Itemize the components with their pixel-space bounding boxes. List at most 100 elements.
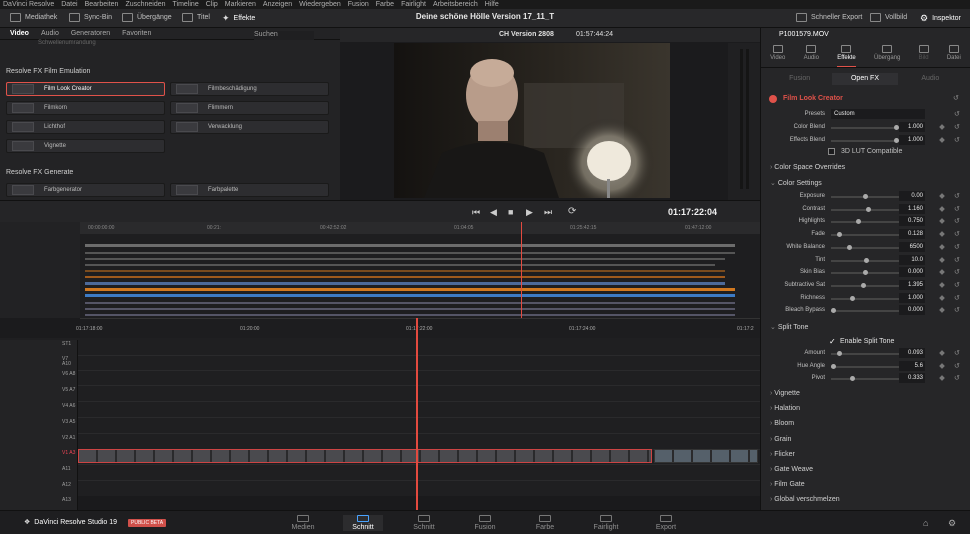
schneller-export-button[interactable]: Schneller Export: [796, 13, 862, 22]
menu-davinci[interactable]: DaVinci Resolve: [3, 1, 54, 8]
menu-datei[interactable]: Datei: [61, 1, 77, 8]
page-edit[interactable]: Schnitt: [404, 515, 444, 531]
effect-film-look-creator[interactable]: Film Look Creator: [6, 82, 165, 96]
reset-icon[interactable]: ↺: [954, 349, 960, 357]
group-bloom[interactable]: Bloom: [770, 420, 794, 427]
highlights-slider[interactable]: [831, 219, 903, 225]
step-back-icon[interactable]: ◀: [490, 207, 497, 218]
tab-generatoren[interactable]: Generatoren: [71, 30, 110, 37]
settings-gear-icon[interactable]: ⚙: [948, 518, 956, 529]
timeline-ruler[interactable]: 01:17:18:00 01:20:00 01:17:22:00 01:17:2…: [76, 318, 760, 338]
tint-slider[interactable]: [831, 257, 903, 263]
section-film-emulation[interactable]: Resolve FX Film Emulation: [6, 68, 90, 75]
mediathek-button[interactable]: Mediathek: [10, 13, 57, 22]
menu-fusion[interactable]: Fusion: [348, 1, 369, 8]
menu-anzeigen[interactable]: Anzeigen: [263, 1, 292, 8]
reset-icon[interactable]: ↺: [954, 243, 960, 251]
group-global-verschmelzen[interactable]: Global verschmelzen: [770, 496, 839, 503]
skin-bias-value[interactable]: 0.000: [899, 267, 925, 278]
tint-value[interactable]: 10.0: [899, 254, 925, 265]
reset-icon[interactable]: ↺: [954, 256, 960, 264]
home-icon[interactable]: ⌂: [923, 518, 928, 528]
effekte-button[interactable]: ✦ Effekte: [222, 13, 255, 24]
menu-farbe[interactable]: Farbe: [376, 1, 394, 8]
reset-icon[interactable]: ↺: [954, 205, 960, 213]
tab-uebergang[interactable]: Übergang: [874, 45, 900, 67]
tab-video[interactable]: Video: [770, 45, 785, 67]
keyframe-icon[interactable]: [939, 243, 945, 250]
effects-blend-value[interactable]: 1.000: [899, 135, 925, 145]
group-grain[interactable]: Grain: [770, 436, 791, 443]
group-flicker[interactable]: Flicker: [770, 451, 795, 458]
fade-slider[interactable]: [831, 232, 903, 238]
keyframe-icon[interactable]: [939, 256, 945, 263]
track-row[interactable]: V5 A7: [0, 386, 760, 402]
reset-effect-icon[interactable]: ↺: [953, 94, 959, 102]
tab-video[interactable]: Video: [10, 30, 29, 37]
color-blend-value[interactable]: 1.000: [899, 122, 925, 132]
group-color-space-overrides[interactable]: Color Space Overrides: [770, 164, 845, 171]
group-color-settings[interactable]: Color Settings: [770, 179, 822, 187]
track-row[interactable]: A12: [0, 481, 760, 497]
keyframe-icon[interactable]: [939, 282, 945, 288]
color-blend-slider[interactable]: [831, 125, 903, 130]
lut-compatible-checkbox[interactable]: [828, 148, 835, 155]
reset-icon[interactable]: ↺: [954, 362, 960, 370]
keyframe-icon[interactable]: [939, 362, 945, 369]
video-clip-selected[interactable]: [78, 449, 652, 463]
effect-farbgenerator[interactable]: Farbgenerator: [6, 183, 165, 197]
hue-angle-value[interactable]: 5.6: [899, 360, 925, 371]
mini-timeline[interactable]: 00:00:00:00 00:21: 00:42:52:02 01:04:05 …: [80, 222, 760, 318]
vollbild-button[interactable]: Vollbild: [870, 13, 907, 22]
effect-lichthof[interactable]: Lichthof: [6, 120, 165, 134]
track-row[interactable]: V6 A8: [0, 370, 760, 386]
reset-icon[interactable]: ↺: [954, 192, 960, 200]
bleach-bypass-slider[interactable]: [831, 308, 903, 314]
hue-angle-slider[interactable]: [831, 363, 903, 369]
uebergaenge-button[interactable]: Übergänge: [122, 13, 172, 22]
effect-flimmern[interactable]: Flimmern: [170, 101, 329, 115]
page-cut[interactable]: Schnitt: [343, 515, 383, 531]
reset-icon[interactable]: ↺: [954, 230, 960, 238]
jump-end-icon[interactable]: ⏭: [544, 207, 552, 218]
play-icon[interactable]: ▶: [526, 207, 533, 218]
track-row[interactable]: V7 A10: [0, 355, 760, 371]
enable-split-tone-checkbox[interactable]: ✓: [829, 337, 836, 346]
effects-search-input[interactable]: Suchen: [254, 31, 314, 40]
reset-icon[interactable]: ↺: [954, 294, 960, 302]
white-balance-slider[interactable]: [831, 244, 903, 250]
menu-fairlight[interactable]: Fairlight: [401, 1, 426, 8]
mini-playhead[interactable]: [521, 222, 522, 318]
keyframe-icon[interactable]: [939, 205, 945, 212]
menu-bearbeiten[interactable]: Bearbeiten: [85, 1, 119, 8]
subtractive-sat-value[interactable]: 1.395: [899, 279, 925, 290]
timeline-selector[interactable]: CH Version 2808: [499, 31, 554, 38]
video-clip[interactable]: [654, 449, 758, 463]
keyframe-icon[interactable]: [939, 350, 945, 356]
reset-icon[interactable]: ↺: [954, 123, 960, 131]
exposure-slider[interactable]: [831, 194, 903, 199]
group-halation[interactable]: Halation: [770, 405, 800, 412]
keyframe-icon[interactable]: [939, 124, 945, 130]
menu-wiedergeben[interactable]: Wiedergeben: [299, 1, 341, 8]
reset-icon[interactable]: ↺: [954, 281, 960, 289]
page-export[interactable]: Export: [646, 515, 686, 531]
group-split-tone[interactable]: Split Tone: [770, 323, 809, 331]
inspektor-button[interactable]: ⚙ Inspektor: [920, 13, 961, 24]
track-row[interactable]: V2 A1: [0, 434, 760, 450]
tab-datei[interactable]: Datei: [947, 45, 961, 67]
pivot-slider[interactable]: [831, 376, 903, 382]
subtab-fusion[interactable]: Fusion: [767, 73, 832, 85]
subtractive-sat-slider[interactable]: [831, 282, 903, 288]
keyframe-icon[interactable]: [939, 218, 945, 225]
amount-value[interactable]: 0.093: [899, 348, 925, 358]
subtab-openfx[interactable]: Open FX: [832, 73, 898, 85]
tab-effekte[interactable]: Effekte: [837, 45, 856, 67]
tab-bild[interactable]: Bild: [918, 45, 929, 67]
highlights-value[interactable]: 0.750: [899, 216, 925, 227]
tab-audio[interactable]: Audio: [804, 45, 819, 67]
scrolled-effect-item[interactable]: Schwellenumrandung: [38, 40, 96, 46]
menu-markieren[interactable]: Markieren: [225, 1, 256, 8]
reset-icon[interactable]: ↺: [954, 110, 960, 118]
effect-enable-toggle[interactable]: [769, 95, 777, 103]
